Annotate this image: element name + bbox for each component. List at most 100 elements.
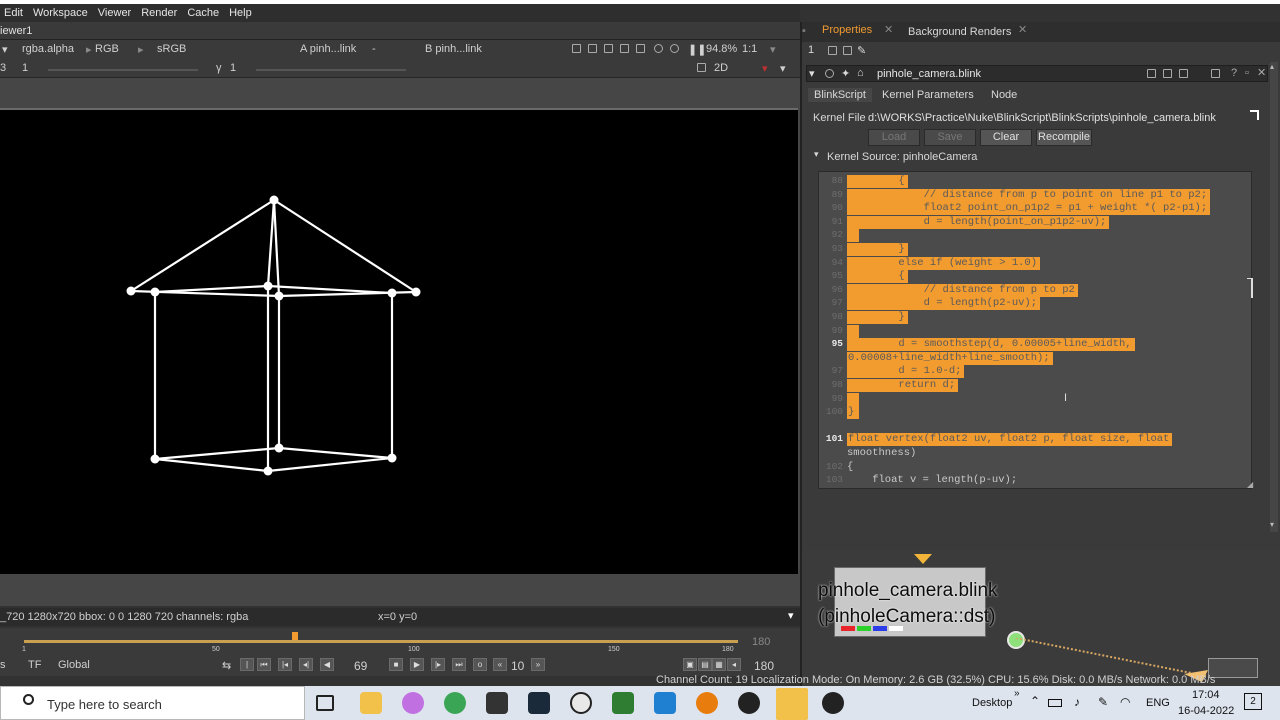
viewer-canvas[interactable] [0, 110, 798, 574]
code-line[interactable]: 92 [819, 229, 1251, 243]
node-name-field[interactable]: pinhole_camera.blink [877, 68, 981, 80]
menu-edit[interactable]: Edit [4, 7, 23, 19]
language-indicator[interactable]: ENG [1146, 697, 1170, 709]
revert-icon[interactable] [1211, 69, 1220, 78]
next-keyframe-button[interactable]: ⏭ [452, 658, 466, 671]
scrollbar-thumb[interactable] [1247, 278, 1253, 298]
stop-button[interactable]: ■ [389, 658, 403, 671]
code-line[interactable]: 99 [819, 392, 1251, 406]
play-backward-button[interactable]: ◀ [320, 658, 334, 671]
global-dropdown[interactable]: Global [58, 659, 90, 671]
code-line[interactable]: 99 [819, 324, 1251, 338]
dropdown-arrow-icon[interactable]: ▾ [780, 62, 786, 75]
lock-icon[interactable]: ✦ [841, 67, 850, 80]
properties-count[interactable]: 1 [808, 44, 814, 56]
pen-tray-icon[interactable]: ✎ [1098, 695, 1108, 709]
lut-dropdown[interactable]: sRGB [157, 43, 186, 55]
prev-keyframe-button[interactable]: ⏮ [257, 658, 271, 671]
close-icon[interactable]: ✕ [1018, 23, 1027, 36]
prev-increment-button[interactable]: |◂ [278, 658, 292, 671]
gamma-slider[interactable] [256, 69, 406, 71]
taskbar-search[interactable]: Type here to search [0, 686, 305, 720]
chevron-icon[interactable]: » [1014, 688, 1020, 699]
code-line[interactable]: 98 } [819, 311, 1251, 324]
code-line[interactable]: smoothness) [819, 447, 1251, 460]
recompile-button[interactable]: Recompile [1036, 129, 1092, 146]
tf-dropdown[interactable]: TF [28, 659, 41, 671]
code-line[interactable]: 95 d = smoothstep(d, 0.00005+line_width, [819, 338, 1251, 352]
code-line[interactable]: 100} [819, 406, 1251, 420]
code-line[interactable]: 97 d = length(p2-uv); [819, 297, 1251, 311]
playhead-marker[interactable] [292, 632, 299, 640]
mask-icon[interactable] [636, 44, 645, 53]
zoom-dropdown[interactable]: 94.8% [706, 43, 737, 55]
kernel-source-editor[interactable]: 88 {89 // distance from p to point on li… [818, 171, 1252, 489]
play-forward-button[interactable]: ▶ [410, 658, 424, 671]
code-line[interactable]: 91 d = length(point_on_p1p2-uv); [819, 215, 1251, 229]
crop-icon[interactable] [697, 63, 706, 72]
node-icon[interactable] [1147, 69, 1156, 78]
skip-back-button[interactable]: « [493, 658, 507, 671]
gamma-value[interactable]: 1 [230, 62, 236, 74]
scroll-down-icon[interactable]: ▾ [1270, 520, 1274, 529]
code-line[interactable]: 89 // distance from p to point on line p… [819, 188, 1251, 202]
range-lock-icon[interactable]: ⇆ [222, 659, 231, 672]
battery-icon[interactable] [1048, 699, 1062, 707]
cache-button[interactable]: ▣ [683, 658, 697, 671]
node-icon[interactable] [1163, 69, 1172, 78]
guides-icon[interactable] [620, 44, 629, 53]
menu-viewer[interactable]: Viewer [98, 7, 131, 19]
code-line[interactable]: 90 float2 point_on_p1p2 = p1 + weight *(… [819, 202, 1251, 216]
search-placeholder[interactable]: Type here to search [47, 697, 162, 712]
code-line[interactable]: 97 d = 1.0-d; [819, 365, 1251, 379]
gain-slider[interactable] [48, 69, 198, 71]
gain-value[interactable]: 1 [22, 62, 28, 74]
code-line[interactable]: 98 return d; [819, 379, 1251, 392]
collapse-icon[interactable]: ▾ [814, 149, 819, 160]
first-frame-button[interactable]: | [240, 658, 254, 671]
timeline-range-bar[interactable] [24, 640, 738, 643]
input-arrow-icon[interactable] [914, 554, 932, 564]
unity-hub-icon[interactable] [822, 692, 844, 714]
compare-op-dropdown[interactable]: - [372, 43, 376, 55]
save-button[interactable]: Save [924, 129, 976, 146]
tab-menu-icon[interactable]: ▪ [802, 25, 806, 37]
properties-scrollbar[interactable] [1270, 62, 1278, 532]
end-frame-field[interactable]: 180 [754, 659, 774, 673]
tab-node[interactable]: Node [985, 88, 1023, 102]
tab-background-renders[interactable]: Background Renders [908, 26, 1011, 38]
tab-properties[interactable]: Properties [822, 24, 872, 36]
davinci-icon[interactable] [528, 692, 550, 714]
scroll-up-icon[interactable]: ▴ [1270, 62, 1274, 71]
collapse-icon[interactable]: ▾ [809, 67, 815, 80]
view-mode-dropdown[interactable]: 2D [714, 62, 728, 74]
frame-icon[interactable] [588, 44, 597, 53]
notepad-icon[interactable] [612, 692, 634, 714]
chrome-icon[interactable] [444, 692, 466, 714]
colorspace-dropdown[interactable]: RGB [95, 43, 119, 55]
ratio-dropdown[interactable]: 1:1 [742, 43, 757, 55]
menu-render[interactable]: Render [141, 7, 177, 19]
prev-frame-button[interactable]: ◂| [299, 658, 313, 671]
next-frame-button[interactable]: |▸ [431, 658, 445, 671]
input-b-dropdown[interactable]: B pinh...link [425, 43, 482, 55]
code-line[interactable]: 0.00008+line_width+line_smooth); [819, 351, 1251, 365]
node-color-icon[interactable] [825, 69, 834, 78]
dropdown-arrow-icon[interactable]: ▾ [762, 62, 768, 75]
kernel-file-path[interactable]: d:\WORKS\Practice\Nuke\BlinkScript\Blink… [868, 112, 1216, 124]
power-icon[interactable] [670, 44, 679, 53]
channels-dropdown[interactable]: rgba.alpha [22, 43, 74, 55]
current-frame-field[interactable]: 69 [354, 659, 367, 673]
volume-icon[interactable]: ♪ [1074, 695, 1080, 709]
clear-button[interactable]: Clear [980, 129, 1032, 146]
file-explorer-icon[interactable] [360, 692, 382, 714]
viewer-tab-label[interactable]: iewer1 [0, 25, 32, 37]
task-view-icon[interactable] [316, 695, 334, 711]
float-icon[interactable]: ▫ [1245, 67, 1249, 79]
loop-button[interactable]: o [473, 658, 487, 671]
code-line[interactable]: 102 { [819, 461, 1251, 474]
pin-icon[interactable]: ⌂ [857, 67, 864, 79]
blender-icon[interactable] [696, 692, 718, 714]
paint-app-icon[interactable] [402, 692, 424, 714]
menu-workspace[interactable]: Workspace [33, 7, 88, 19]
